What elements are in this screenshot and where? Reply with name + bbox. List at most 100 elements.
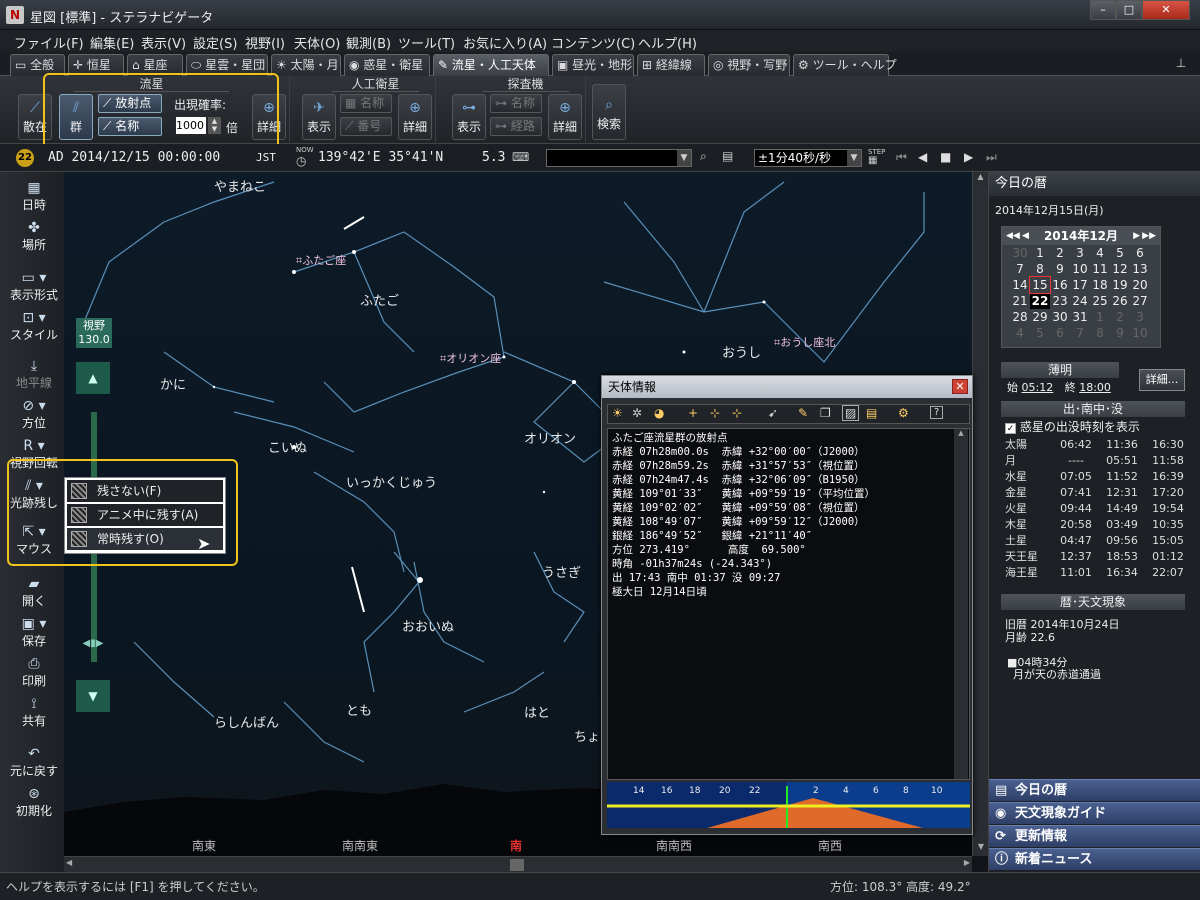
calendar-day[interactable]: 17 <box>1070 277 1090 293</box>
shower-radiant-label[interactable]: ⌗おうし座北 <box>774 334 835 350</box>
calendar-day[interactable]: 13 <box>1130 261 1150 277</box>
scroll-up-icon[interactable]: ▲ <box>973 172 988 186</box>
scroll-down-icon[interactable]: ▼ <box>973 842 989 856</box>
help-icon[interactable]: ? <box>930 406 944 419</box>
calendar-day[interactable]: 8 <box>1030 261 1050 277</box>
tab-planets[interactable]: ◉ 惑星・衛星 <box>344 54 430 76</box>
zoom-out-button[interactable]: ▼ <box>76 680 110 712</box>
fov-slider-handle[interactable]: ◀▮▶ <box>74 638 112 652</box>
accordion-updates[interactable]: ⟳ 更新情報 <box>989 825 1200 847</box>
location-display[interactable]: 139°42'E 35°41'N <box>318 150 443 165</box>
calendar-day[interactable]: 15 <box>1029 276 1051 294</box>
scroll-thumb[interactable] <box>510 859 524 871</box>
menu-contents[interactable]: コンテンツ(C) <box>551 33 635 52</box>
prev-month-icon[interactable]: ◀ <box>1022 227 1029 245</box>
calendar-day[interactable]: 20 <box>1130 277 1150 293</box>
zoom-in-button[interactable]: ▲ <box>76 362 110 394</box>
probe-name-button[interactable]: ⊶ 名称 <box>490 94 542 113</box>
tab-tools[interactable]: ⚙ ツール・ヘルプ <box>793 54 897 76</box>
calendar-day[interactable]: 9 <box>1110 325 1130 341</box>
accordion-guide[interactable]: ◉ 天文現象ガイド <box>989 802 1200 824</box>
twilight-detail-button[interactable]: 詳細... <box>1139 369 1185 391</box>
step-icon[interactable]: ▦ <box>868 155 877 166</box>
calendar-day[interactable]: 30 <box>1050 309 1070 325</box>
calendar-day[interactable]: 29 <box>1030 309 1050 325</box>
direction-button[interactable]: ⊘ ▾ 方位 <box>4 398 64 431</box>
print-button[interactable]: ⎙ 印刷 <box>4 656 64 689</box>
tab-fov[interactable]: ◎ 視野・写野 <box>708 54 790 76</box>
satellite-number-button[interactable]: ⟋ 番号 <box>340 117 392 136</box>
rise-checkbox[interactable]: ✓ 惑星の出没時刻を表示 <box>1005 418 1140 435</box>
calendar-day[interactable]: 27 <box>1130 293 1150 309</box>
share-button[interactable]: ⟟ 共有 <box>4 696 64 729</box>
calendar-day[interactable]: 1 <box>1030 245 1050 261</box>
pen-icon[interactable]: ✎ <box>798 406 808 420</box>
calendar-day[interactable]: 6 <box>1130 245 1150 261</box>
scroll-left-icon[interactable]: ◀ <box>66 858 72 867</box>
calendar-day[interactable]: 2 <box>1050 245 1070 261</box>
calendar-day[interactable]: 1 <box>1090 309 1110 325</box>
calendar-day[interactable]: 31 <box>1070 309 1090 325</box>
step-combo[interactable]: ±1分40秒/秒 ▼ <box>754 149 862 167</box>
horizontal-scrollbar[interactable]: ◀ ▶ <box>64 856 972 872</box>
calendar-day[interactable]: 2 <box>1110 309 1130 325</box>
skip-back-icon[interactable]: ⏮ <box>896 150 907 165</box>
menu-help[interactable]: ヘルプ(H) <box>638 33 697 52</box>
magnitude-display[interactable]: 5.3 <box>482 150 505 165</box>
menu-file[interactable]: ファイル(F) <box>14 33 84 52</box>
menu-view[interactable]: 表示(V) <box>141 33 186 52</box>
gear-icon[interactable]: ⚙ <box>898 406 909 420</box>
calendar-day[interactable]: 4 <box>1010 325 1030 341</box>
calendar-day[interactable]: 14 <box>1010 277 1030 293</box>
calendar-day[interactable]: 5 <box>1110 245 1130 261</box>
date-display[interactable]: AD 2014/12/15 00:00:00 <box>48 150 220 165</box>
probe-path-button[interactable]: ⊶ 経路 <box>490 117 542 136</box>
star-icon[interactable]: ✲ <box>632 406 642 420</box>
scroll-right-icon[interactable]: ▶ <box>964 858 970 867</box>
calendar-day[interactable]: 11 <box>1090 261 1110 277</box>
horizon-button[interactable]: ⤓ 地平線 <box>4 358 64 391</box>
sun-icon[interactable]: ☀ <box>612 406 623 420</box>
calendar-day[interactable]: 16 <box>1050 277 1070 293</box>
calendar-day[interactable]: 10 <box>1130 325 1150 341</box>
play-icon[interactable]: ▶ <box>964 150 973 164</box>
maximize-button[interactable]: □ <box>1116 0 1142 20</box>
time-icon[interactable]: 22 <box>16 149 34 167</box>
timezone[interactable]: JST <box>256 151 276 164</box>
search-button[interactable]: ⌕ 検索 <box>592 84 626 140</box>
accordion-today[interactable]: ▤ 今日の暦 <box>989 779 1200 801</box>
keyboard-icon[interactable]: ⌨ <box>512 150 529 164</box>
satellite-show-button[interactable]: ✈ 表示 <box>302 94 336 140</box>
tab-sun-moon[interactable]: ☀ 太陽・月 <box>271 54 341 76</box>
shower-radiant-label[interactable]: ⌗ふたご座 <box>296 252 346 268</box>
crosshair-icon[interactable]: + <box>688 406 698 420</box>
open-button[interactable]: ▰ 開く <box>4 576 64 609</box>
info-text[interactable]: ふたご座流星群の放射点 赤経 07h28m00.0s 赤緯 +32°00′00″（… <box>607 428 970 780</box>
minimize-button[interactable]: – <box>1090 0 1116 20</box>
datetime-button[interactable]: ▦ 日時 <box>4 180 64 213</box>
menu-observe[interactable]: 観測(B) <box>346 33 391 52</box>
calendar-day[interactable]: 7 <box>1010 261 1030 277</box>
calendar-day[interactable]: 18 <box>1090 277 1110 293</box>
undo-button[interactable]: ↶ 元に戻す <box>4 746 64 779</box>
skip-forward-icon[interactable]: ⏭ <box>986 150 997 165</box>
calendar-day[interactable]: 10 <box>1070 261 1090 277</box>
calendar-day[interactable]: 22 <box>1030 293 1050 309</box>
tab-meteors[interactable]: ✎ 流星・人工天体 <box>433 54 549 76</box>
next-month-icon[interactable]: ▶ <box>1133 227 1140 245</box>
satellite-name-button[interactable]: ▦ 名称 <box>340 94 392 113</box>
calendar-day[interactable]: 21 <box>1010 293 1030 309</box>
calendar-day[interactable]: 24 <box>1070 293 1090 309</box>
crosshair-add-icon[interactable]: ⊹ <box>710 406 720 420</box>
style-button[interactable]: ⊡ ▾ スタイル <box>4 310 64 343</box>
now-button[interactable]: NOW <box>296 146 314 154</box>
shower-radiant-label[interactable]: ⌗オリオン座 <box>440 350 501 366</box>
object-icon[interactable]: ◕ <box>654 406 664 420</box>
next-year-icon[interactable]: ▶▶ <box>1142 227 1156 245</box>
calendar-day[interactable]: 19 <box>1110 277 1130 293</box>
prev-year-icon[interactable]: ◀◀ <box>1006 227 1020 245</box>
tab-grid[interactable]: ⊞ 経緯線 <box>637 54 705 76</box>
calendar-day[interactable]: 7 <box>1070 325 1090 341</box>
calendar-day[interactable]: 30 <box>1010 245 1030 261</box>
display-format-button[interactable]: ▭ ▾ 表示形式 <box>4 270 64 303</box>
